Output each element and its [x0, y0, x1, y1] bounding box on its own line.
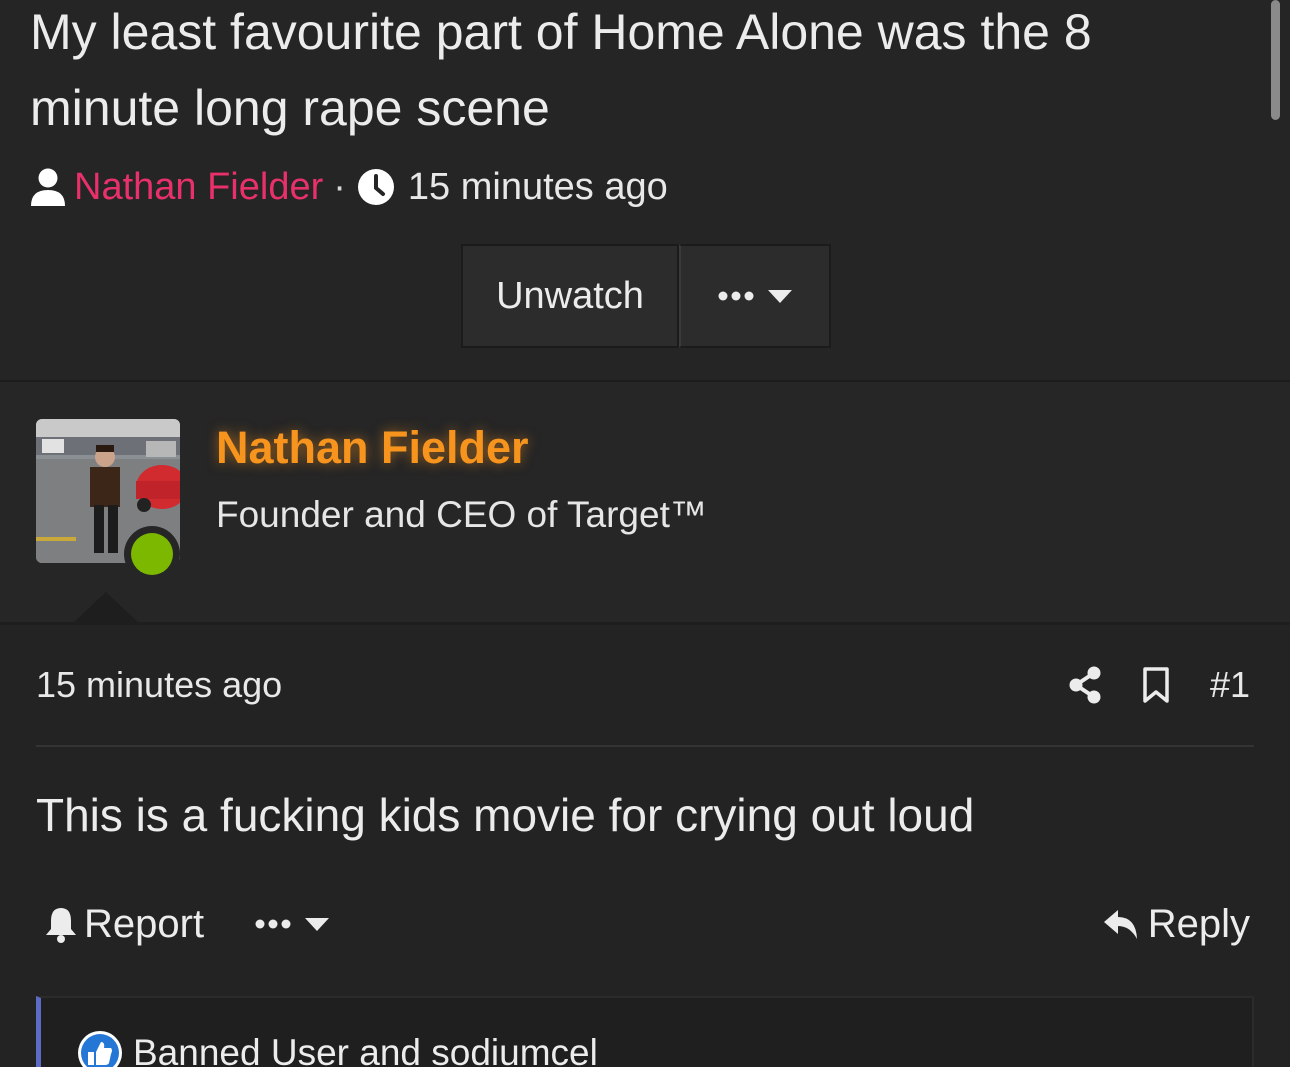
- caret-down-icon: [305, 918, 329, 931]
- scrollbar-thumb[interactable]: [1271, 0, 1280, 120]
- post-actions-top: #1: [1068, 660, 1250, 710]
- thread-more-button[interactable]: [679, 244, 831, 348]
- thread-title: My least favourite part of Home Alone wa…: [30, 4, 1092, 136]
- reply-icon: [1103, 910, 1137, 939]
- meta-separator: ·: [333, 165, 346, 208]
- bookmark-icon[interactable]: [1142, 666, 1170, 704]
- unwatch-button[interactable]: Unwatch: [461, 244, 679, 348]
- thread-header: My least favourite part of Home Alone wa…: [0, 0, 1290, 380]
- share-icon[interactable]: [1068, 666, 1102, 704]
- message-pointer: [72, 592, 140, 624]
- like-icon: [78, 1031, 122, 1067]
- thread-time: 15 minutes ago: [407, 165, 668, 208]
- post-time[interactable]: 15 minutes ago: [36, 664, 282, 706]
- reactions-bar[interactable]: Banned User and sodiumcel: [36, 996, 1254, 1067]
- online-dot: [131, 533, 173, 575]
- thread-actions: Unwatch: [461, 244, 831, 348]
- online-status: [124, 526, 180, 582]
- thread-author-link[interactable]: Nathan Fielder: [74, 166, 323, 209]
- clock-icon: [357, 169, 394, 205]
- reply-label: Reply: [1147, 901, 1250, 946]
- report-button[interactable]: Report: [44, 896, 204, 952]
- post-username[interactable]: Nathan Fielder: [216, 422, 529, 474]
- post-more-button[interactable]: [254, 896, 330, 952]
- post-body: This is a fucking kids movie for crying …: [36, 789, 975, 841]
- user-icon: [31, 168, 65, 206]
- ellipsis-icon: [718, 291, 754, 301]
- user-title: Founder and CEO of Target™: [216, 494, 707, 535]
- ellipsis-icon: [255, 919, 291, 929]
- divider: [0, 622, 1290, 625]
- reply-button[interactable]: Reply: [1102, 896, 1250, 952]
- bell-icon: [46, 908, 76, 943]
- thread-meta: Nathan Fielder · 15 minutes ago: [30, 160, 668, 214]
- caret-down-icon: [768, 290, 792, 303]
- thread-page: My least favourite part of Home Alone wa…: [0, 0, 1290, 1067]
- divider: [36, 745, 1254, 747]
- post-number-link[interactable]: #1: [1210, 664, 1250, 706]
- report-label: Report: [84, 901, 205, 946]
- reaction-users[interactable]: Banned User and sodiumcel: [133, 1032, 598, 1067]
- post-user-block: Nathan Fielder Founder and CEO of Target…: [0, 382, 1290, 622]
- post-footer: Report Reply: [44, 896, 1250, 952]
